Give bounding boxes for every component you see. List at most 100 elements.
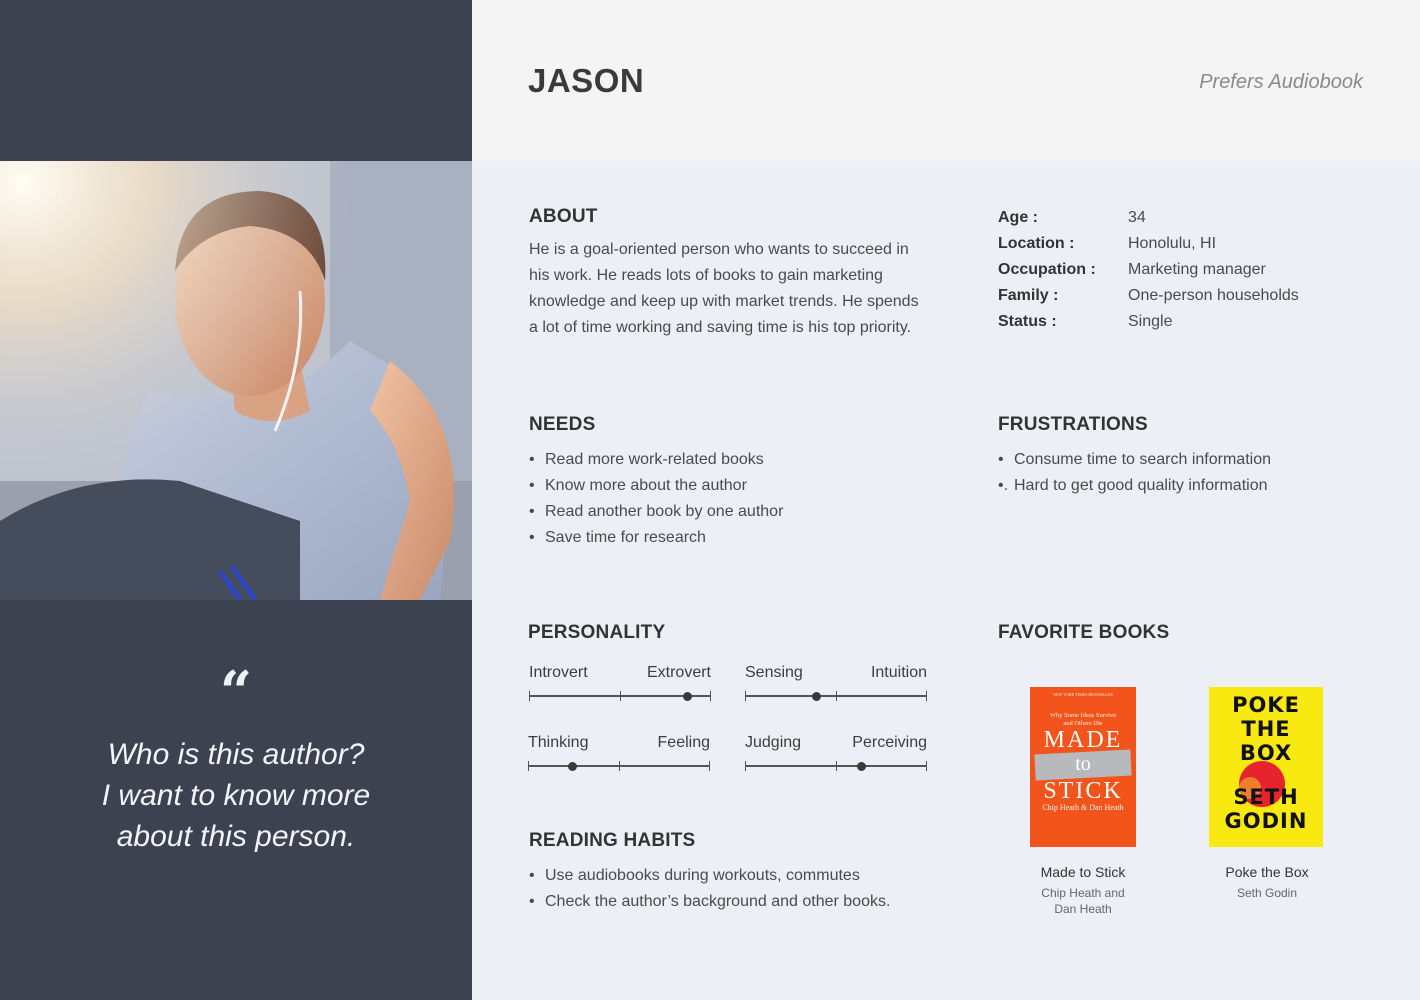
cover-tagline: NEW YORK TIMES BESTSELLER: [1053, 692, 1113, 697]
fact-label: Status :: [998, 313, 1057, 330]
list-item-text: Consume time to search information: [1014, 451, 1271, 468]
slider-left-label: Thinking: [528, 734, 589, 751]
quote-line: about this person.: [116, 820, 356, 853]
bullet: •.: [998, 477, 1009, 494]
persona-photo-illustration: [0, 161, 472, 600]
slider-tick: [710, 691, 711, 701]
cover-title-word: STICK: [1043, 778, 1123, 804]
cover-subtitle: and Others Die: [1063, 720, 1103, 727]
reading-habits-title: READING HABITS: [529, 830, 696, 851]
slider-tick: [836, 761, 837, 771]
cover-title-line: THE: [1241, 717, 1291, 741]
slider-tick: [836, 691, 837, 701]
slider-right-label: Perceiving: [852, 734, 927, 751]
book-title: Poke the Box: [1225, 864, 1309, 880]
list-item-text: Know more about the author: [545, 477, 747, 494]
needs-list: • Read more work-related books • Know more…: [529, 447, 783, 551]
slider-tick: [926, 691, 927, 701]
slider-knob: [857, 761, 867, 771]
list-item-text: Hard to get good quality information: [1014, 477, 1268, 494]
cover-subtitle: Why Some Ideas Survive: [1049, 712, 1117, 719]
personality-title: PERSONALITY: [528, 622, 666, 643]
bullet: •: [529, 451, 535, 468]
book-author: Chip Heath and Dan Heath: [1010, 885, 1156, 917]
list-item: • Know more about the author: [529, 473, 783, 499]
slider-tick: [528, 761, 529, 771]
slider-left-label: Introvert: [529, 664, 588, 681]
slider-tick: [709, 761, 710, 771]
slider-track: [529, 691, 711, 701]
book-author-line: Chip Heath and: [1041, 886, 1125, 900]
cover-title-line: POKE: [1232, 693, 1300, 717]
personality-slider: Judging Perceiving: [745, 734, 927, 771]
cover-title-word: to: [1075, 753, 1091, 775]
slider-right-label: Extrovert: [646, 664, 711, 681]
fact-row-status: Status : Single: [998, 309, 1299, 335]
bullet: •: [529, 529, 535, 546]
book-author-line: Seth Godin: [1236, 886, 1298, 900]
list-item: • Read more work-related books: [529, 447, 783, 473]
quote-line: I want to know more: [101, 779, 371, 812]
personality-slider: Thinking Feeling: [528, 734, 710, 771]
list-item: • Check the author’s background and other…: [529, 889, 890, 915]
fact-row-family: Family : One-person households: [998, 283, 1299, 309]
book-cover-poke-the-box[interactable]: POKE THE BOX SETH GODIN: [1209, 687, 1323, 847]
list-item: • Consume time to search information: [998, 447, 1271, 473]
frustrations-title: FRUSTRATIONS: [998, 414, 1148, 435]
fact-value: 34: [1128, 209, 1146, 226]
list-item-text: Read another book by one author: [545, 503, 784, 520]
persona-facts: Age : 34 Location : Honolulu, HI Occupat…: [998, 205, 1299, 335]
fact-value: One-person households: [1128, 287, 1299, 304]
personality-slider: Sensing Intuition: [745, 664, 927, 701]
book-author-line: Dan Heath: [1054, 902, 1112, 916]
slider-right-label: Intuition: [870, 664, 927, 681]
bullet: •: [529, 503, 535, 520]
favorite-books-title: FAVORITE BOOKS: [998, 622, 1170, 643]
reading-habits-list: • Use audiobooks during workouts, commute…: [529, 863, 890, 915]
slider-track: [528, 761, 710, 771]
fact-row-age: Age : 34: [998, 205, 1299, 231]
persona-photo: [0, 161, 472, 600]
fact-label: Age :: [998, 209, 1038, 226]
cover-authors: Chip Heath & Dan Heath: [1042, 803, 1124, 812]
list-item-text: Read more work-related books: [545, 451, 764, 468]
needs-title: NEEDS: [529, 414, 596, 435]
list-item: • Read another book by one author: [529, 499, 783, 525]
persona-preference: Prefers Audiobook: [1199, 71, 1363, 93]
slider-knob: [683, 691, 693, 701]
fact-row-location: Location : Honolulu, HI: [998, 231, 1299, 257]
list-item-text: Save time for research: [545, 529, 706, 546]
slider-track: [745, 761, 927, 771]
quote-mark-icon: “: [219, 659, 253, 725]
list-item: • Save time for research: [529, 525, 783, 551]
book-author: Seth Godin: [1194, 885, 1340, 901]
personality-slider: Introvert Extrovert: [529, 664, 711, 701]
bullet: •: [529, 867, 535, 884]
fact-label: Location :: [998, 235, 1075, 252]
bullet: •: [529, 893, 535, 910]
about-title: ABOUT: [529, 206, 598, 227]
book-cover-made-to-stick[interactable]: NEW YORK TIMES BESTSELLER Why Some Ideas…: [1030, 687, 1136, 847]
slider-knob: [811, 691, 821, 701]
bullet: •: [998, 451, 1004, 468]
fact-value: Honolulu, HI: [1128, 235, 1217, 252]
fact-label: Family :: [998, 287, 1059, 304]
list-item: •. Hard to get good quality information: [998, 473, 1271, 499]
bullet: •: [529, 477, 535, 494]
fact-label: Occupation :: [998, 261, 1096, 278]
list-item-text: Use audiobooks during workouts, commutes: [545, 867, 860, 884]
frustrations-list: • Consume time to search information •. Ha…: [998, 447, 1271, 499]
slider-tick: [619, 761, 620, 771]
cover-author: SETH GODIN: [1209, 785, 1323, 833]
persona-quote: Who is this author? I want to know more …: [0, 734, 472, 857]
slider-knob: [567, 761, 577, 771]
cover-author-line: GODIN: [1224, 809, 1308, 833]
list-item-text: Check the author’s background and other …: [545, 893, 891, 910]
book-title: Made to Stick: [1040, 864, 1126, 880]
about-text: He is a goal-oriented person who wants t…: [529, 241, 919, 336]
cover-author-line: SETH: [1233, 785, 1299, 809]
slider-tick: [745, 761, 746, 771]
fact-value: Single: [1128, 313, 1173, 330]
fact-row-occupation: Occupation : Marketing manager: [998, 257, 1299, 283]
list-item: • Use audiobooks during workouts, commute…: [529, 863, 890, 889]
